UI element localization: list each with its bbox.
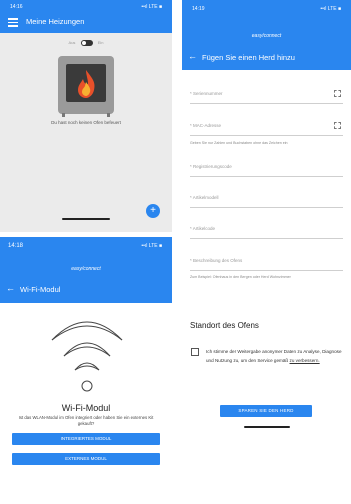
stove-description-placeholder: * Beschreibung des Ofens [190,258,243,263]
hamburger-menu-icon[interactable] [8,18,18,27]
empty-state-text: Du hast noch keinen Ofen befeuert [51,120,121,125]
qr-scan-icon[interactable] [334,90,341,97]
app-bar: 14:16 ••ıl LTE ■ Meine Heizungen [0,0,172,33]
integrated-module-button[interactable]: INTEGRIERTES MODUL [12,433,160,445]
registration-code-placeholder: * Registrierungscode [190,164,232,169]
article-code-placeholder: * Artikelcode [190,226,216,231]
brand-logo: easy/connect [251,33,282,39]
stove-description-field[interactable]: * Beschreibung des Ofens [190,258,343,271]
page-title: Wi-Fi-Modul [20,285,61,294]
consent-text: Ich stimme der Weitergabe anonymer Daten… [206,347,346,365]
mac-address-placeholder: * MAC-Adresse [190,123,222,128]
wifi-icon [51,321,123,392]
app-bar: 14:18 ••ıl LTE ■ easy/connect ← Wi-Fi-Mo… [0,237,172,303]
toggle-label-on: Ein [97,40,104,46]
serial-number-field[interactable]: * Seriennummer [190,90,343,104]
status-time: 14:18 [8,243,24,249]
wifi-module-heading: Wi-Fi-Modul [61,403,111,413]
stove-legs [62,113,110,117]
status-time: 14:19 [192,6,205,12]
power-toggle[interactable] [80,40,93,46]
flame-icon [78,70,95,98]
consent-checkbox[interactable] [191,348,199,356]
mac-address-field[interactable]: * MAC-Adresse [190,122,343,136]
toggle-label-off: Aus [68,40,76,46]
stove-window [66,64,106,102]
add-stove-screen: 14:19 ••ıl LTE ■ easy/connect ← Fügen Si… [182,0,351,504]
article-model-placeholder: * Artikelmodell [190,195,219,200]
article-model-field[interactable]: * Artikelmodell [190,195,343,208]
status-time: 14:16 [10,4,23,10]
page-title: Fügen Sie einen Herd hinzu [202,53,295,62]
registration-code-field[interactable]: * Registrierungscode [190,164,343,177]
power-toggle-row: Aus Ein [0,40,172,46]
home-indicator [62,218,110,220]
consent-body: Ich stimme der Weitergabe anonymer Daten… [206,349,342,363]
app-bar: 14:19 ••ıl LTE ■ easy/connect ← Fügen Si… [182,0,351,70]
my-heaters-screen: 14:16 ••ıl LTE ■ Meine Heizungen Aus Ein… [0,0,172,232]
back-arrow-icon[interactable]: ← [6,283,15,293]
consent-link[interactable]: zu verbessern. [290,358,320,363]
home-indicator [244,426,290,428]
brand-logo: easy/connect [71,266,101,272]
mac-address-hint: Geben Sie nur Zahlen und Buchstaben ohne… [190,141,288,145]
wifi-module-question: Ist das WLAN-Modul im Ofen integriert od… [18,415,154,426]
stove-description-hint: Zum Beispiel: Ofenhaus in den Bergen ode… [190,275,291,279]
signal-indicator: ••ıl LTE ■ [141,4,162,10]
stove-illustration-icon [58,56,114,117]
back-arrow-icon[interactable]: ← [188,51,197,61]
stove-location-heading: Standort des Ofens [190,321,259,330]
external-module-button[interactable]: EXTERNES MODUL [12,453,160,465]
serial-number-placeholder: * Seriennummer [190,91,223,96]
wifi-module-screen: 14:18 ••ıl LTE ■ easy/connect ← Wi-Fi-Mo… [0,237,172,504]
signal-indicator: ••ıl LTE ■ [141,243,162,249]
signal-indicator: ••ıl LTE ■ [320,6,341,12]
add-heater-button[interactable]: + [146,204,160,218]
page-title: Meine Heizungen [26,17,85,26]
article-code-field[interactable]: * Artikelcode [190,226,343,239]
save-stove-button[interactable]: SPAREN SIE DEN HERD [220,405,312,417]
qr-scan-icon[interactable] [334,122,341,129]
